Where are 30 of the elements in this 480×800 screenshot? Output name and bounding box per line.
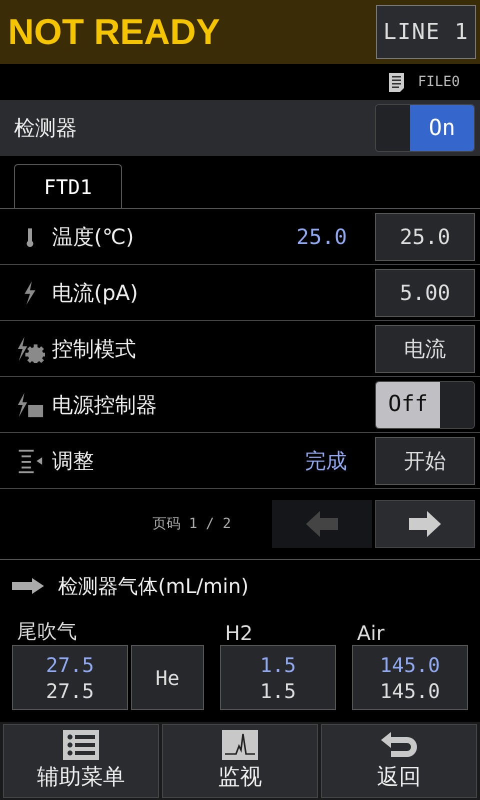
value-button[interactable]: 25.0 xyxy=(375,212,475,260)
tab[interactable]: FTD1 xyxy=(14,164,122,208)
file-name: FILE0 xyxy=(418,74,460,90)
footer-button[interactable]: 返回 xyxy=(321,724,477,798)
setting-label: 调整 xyxy=(52,448,95,474)
status-title: NOT READY xyxy=(8,11,220,53)
current-reading: 25.0 xyxy=(296,224,347,248)
page-indicator: 页码 1 / 2 xyxy=(151,515,231,533)
current-reading: 完成 xyxy=(305,448,347,474)
gas-label: Air xyxy=(356,620,386,645)
gas-label: H2 xyxy=(224,620,254,645)
value-button[interactable]: 开始 xyxy=(375,436,475,484)
flow-value-button[interactable]: 145.0 145.0 xyxy=(352,645,468,710)
line-button[interactable]: LINE 1 xyxy=(376,5,476,59)
gas-label: 尾吹气 xyxy=(16,618,78,645)
flow-value-button[interactable]: 1.5 1.5 xyxy=(220,645,336,710)
setting-label: 控制模式 xyxy=(52,336,137,362)
gas-type-button[interactable]: He xyxy=(131,645,204,710)
toggle-switch[interactable]: On xyxy=(375,104,475,152)
toggle-switch[interactable]: Off xyxy=(375,380,475,428)
setting-label: 电源控制器 xyxy=(52,392,158,418)
section-title: 检测器气体(mL/min) xyxy=(58,572,249,600)
detector-label: 检测器 xyxy=(14,115,77,142)
footer-button[interactable]: 辅助菜单 xyxy=(3,724,159,798)
setting-label: 电流(pA) xyxy=(52,280,140,306)
flow-value-button[interactable]: 27.5 27.5 xyxy=(12,645,128,710)
value-button[interactable]: 5.00 xyxy=(375,268,475,316)
value-button[interactable]: 电流 xyxy=(375,324,475,372)
setting-label: 温度(℃) xyxy=(52,224,135,250)
footer-button[interactable]: 监视 xyxy=(162,724,318,798)
